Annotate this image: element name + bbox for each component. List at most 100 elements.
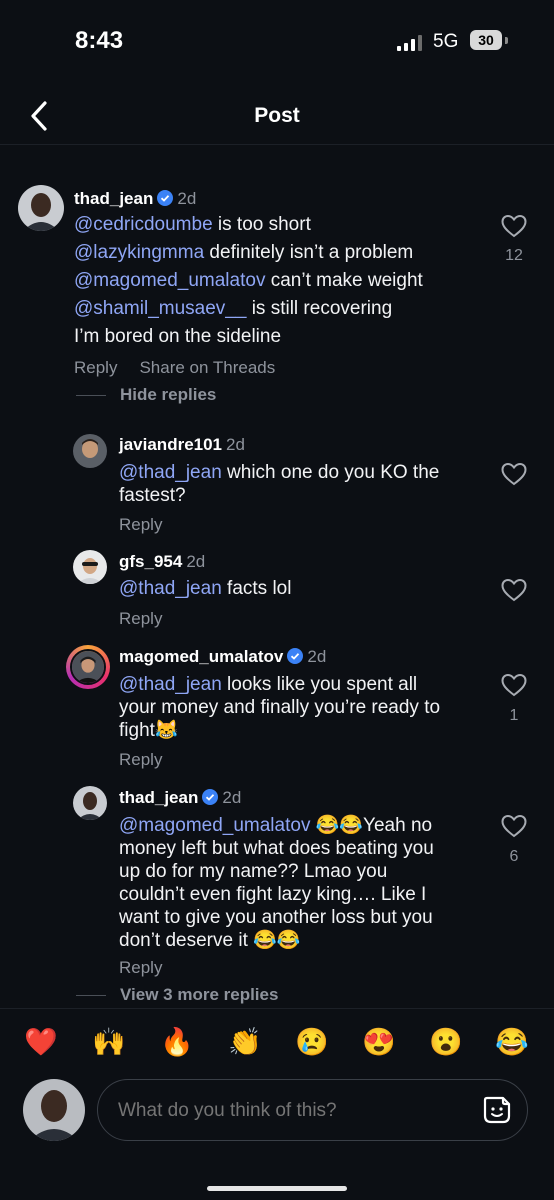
username[interactable]: gfs_954 [119, 552, 182, 571]
sticker-icon[interactable] [481, 1094, 513, 1126]
signal-icon [397, 35, 423, 51]
username[interactable]: thad_jean [74, 189, 153, 208]
home-indicator [207, 1186, 347, 1191]
reply-line: money left but what does beating you [119, 838, 434, 859]
mention-link[interactable]: @magomed_umalatov [119, 815, 310, 836]
comment-line: I’m bored on the sideline [74, 323, 494, 351]
reply-button[interactable]: Reply [119, 958, 162, 977]
like-count: 12 [505, 247, 523, 264]
emoji-laugh[interactable]: 😂 [495, 1026, 529, 1058]
reply-button[interactable]: Reply [119, 609, 162, 628]
like-count: 1 [509, 707, 519, 724]
mention-link[interactable]: @lazykingmma [74, 242, 204, 263]
comment-composer [97, 1079, 528, 1141]
reply-text: @thad_jean facts lol [119, 577, 484, 600]
emoji-heart-eyes[interactable]: 😍 [362, 1026, 396, 1058]
heart-icon[interactable] [501, 814, 527, 838]
emoji-fire[interactable]: 🔥 [160, 1026, 194, 1058]
comment-line-text: can’t make weight [265, 270, 423, 291]
avatar[interactable] [70, 649, 106, 685]
heart-icon[interactable] [501, 578, 527, 602]
current-user-avatar [23, 1079, 85, 1141]
mention-link[interactable]: @cedricdoumbe [74, 214, 213, 235]
hide-replies-label: Hide replies [120, 385, 217, 404]
comment-line-text: definitely isn’t a problem [204, 242, 414, 263]
reply-line: couldn’t even fight lazy king…. Like I [119, 884, 427, 905]
reply-header: gfs_954 2d [119, 552, 205, 572]
reply-line: @magomed_umalatov 😂😂Yeah no [119, 814, 489, 837]
mention-link[interactable]: @thad_jean [119, 578, 222, 599]
mention-link[interactable]: @shamil_musaev__ [74, 298, 246, 319]
emoji-surprised[interactable]: 😮 [429, 1026, 463, 1058]
username[interactable]: javiandre101 [119, 435, 222, 454]
comment-line-text: is still recovering [246, 298, 393, 319]
avatar[interactable] [73, 550, 107, 584]
verified-icon [157, 190, 174, 211]
username[interactable]: magomed_umalatov [119, 647, 283, 666]
emoji-cry[interactable]: 😢 [295, 1026, 329, 1058]
reply-button[interactable]: Reply [119, 515, 162, 534]
emoji-clap[interactable]: 👏 [228, 1026, 262, 1058]
header: Post [0, 88, 554, 145]
reply-line: your money and finally you’re ready to [119, 697, 441, 718]
reply-text: @thad_jean which one do you KO the faste… [119, 461, 484, 507]
reply-line-text: looks like you spent all [221, 674, 418, 695]
page-title: Post [254, 104, 300, 127]
comment-line-text: is too short [212, 214, 311, 235]
share-threads-button[interactable]: Share on Threads [139, 358, 275, 377]
like-count: 6 [509, 848, 519, 865]
timestamp: 2d [222, 788, 242, 807]
reply-line: up do for my name?? Lmao you [119, 861, 388, 882]
avatar[interactable] [18, 185, 64, 231]
avatar[interactable] [73, 434, 107, 468]
reply-line: want to give you another loss but you [119, 907, 433, 928]
verified-icon [287, 648, 304, 669]
reply-line: fight😹 [119, 720, 179, 741]
comment-line-text: I’m bored on the sideline [74, 326, 282, 347]
comment-input[interactable] [116, 1099, 460, 1123]
comment-line: @shamil_musaev__ is still recovering [74, 295, 494, 323]
timestamp: 2d [226, 435, 245, 454]
status-bar: 8:43 5G 30 [0, 0, 554, 80]
emoji-reaction-bar: ❤️ 🙌 🔥 👏 😢 😍 😮 😂 [0, 1008, 554, 1071]
reply-line: @thad_jean looks like you spent all [119, 673, 484, 696]
reply-line-text: which one do you KO the [221, 462, 440, 483]
clock: 8:43 [75, 27, 124, 54]
emoji-raised-hands[interactable]: 🙌 [92, 1026, 126, 1058]
comment-line: @cedricdoumbe is too short [74, 211, 494, 239]
verified-icon [202, 789, 219, 810]
timestamp: 2d [307, 647, 327, 666]
comment-text: @cedricdoumbe is too short @lazykingmma … [74, 211, 494, 351]
reply-text: @magomed_umalatov 😂😂Yeah no money left b… [119, 814, 489, 952]
network-type: 5G [433, 31, 459, 52]
reply-line: @thad_jean which one do you KO the [119, 461, 484, 484]
comment-line: @magomed_umalatov can’t make weight [74, 267, 494, 295]
reply-line: fastest? [119, 485, 186, 506]
reply-header: javiandre101 2d [119, 435, 245, 455]
avatar[interactable] [73, 786, 107, 820]
mention-link[interactable]: @thad_jean [119, 462, 222, 483]
reply-button[interactable]: Reply [119, 750, 162, 769]
reply-line-text: 😂😂Yeah no [310, 815, 433, 836]
reply-actions: Reply [119, 750, 162, 770]
reply-button[interactable]: Reply [74, 358, 117, 377]
emoji-heart[interactable]: ❤️ [24, 1026, 58, 1058]
reply-line: @thad_jean facts lol [119, 577, 484, 600]
view-more-replies-button[interactable]: View 3 more replies [76, 985, 278, 1005]
reply-header: thad_jean 2d [119, 788, 241, 810]
timestamp: 2d [186, 552, 206, 571]
reply-actions: Reply [119, 609, 162, 629]
mention-link[interactable]: @magomed_umalatov [74, 270, 265, 291]
comment-actions: Reply Share on Threads [74, 358, 275, 378]
mention-link[interactable]: @thad_jean [119, 674, 222, 695]
heart-icon[interactable] [501, 214, 527, 238]
hide-replies-toggle[interactable]: Hide replies [76, 385, 216, 405]
heart-icon[interactable] [501, 673, 527, 697]
reply-actions: Reply [119, 515, 162, 535]
view-more-label: View 3 more replies [120, 985, 279, 1004]
comment-line: @lazykingmma definitely isn’t a problem [74, 239, 494, 267]
reply-header: magomed_umalatov 2d [119, 647, 326, 669]
username[interactable]: thad_jean [119, 788, 198, 807]
timestamp: 2d [177, 189, 197, 208]
heart-icon[interactable] [501, 462, 527, 486]
